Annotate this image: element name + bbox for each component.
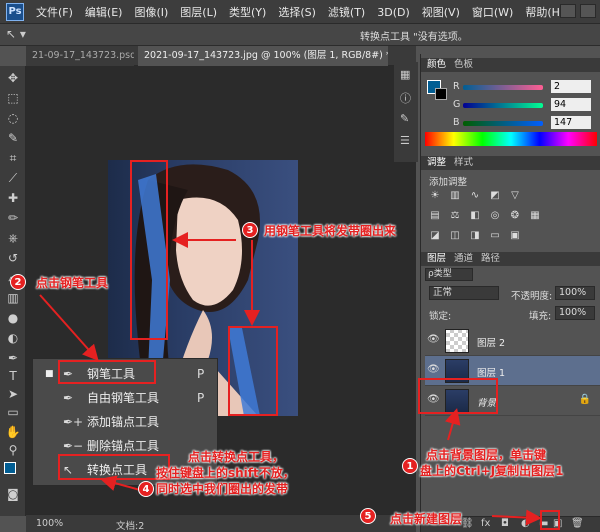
step-badge-3: 3 <box>242 222 258 238</box>
annotation-step1-line1: 点击背景图层，单击键 <box>426 448 547 462</box>
annotation-step4-line2: 按住键盘上的shift不放， <box>156 466 295 480</box>
annotation-step4-line3: 同时选中我们圈出的发带 <box>156 482 289 496</box>
step-badge-5: 5 <box>360 508 376 524</box>
step-badge-2: 2 <box>10 274 26 290</box>
annotation-step5: 点击新建图层 <box>390 512 463 526</box>
annotation-step3: 用钢笔工具将发带圈出来 <box>264 224 397 238</box>
step-badge-4: 4 <box>138 481 154 497</box>
step-badge-1: 1 <box>402 458 418 474</box>
annotation-step4-line1: 点击转换点工具， <box>188 450 285 464</box>
annotation-step2: 点击钢笔工具 <box>36 276 109 290</box>
annotation-step1-line2: 盘上的Ctrl+J复制出图层1 <box>420 464 564 478</box>
